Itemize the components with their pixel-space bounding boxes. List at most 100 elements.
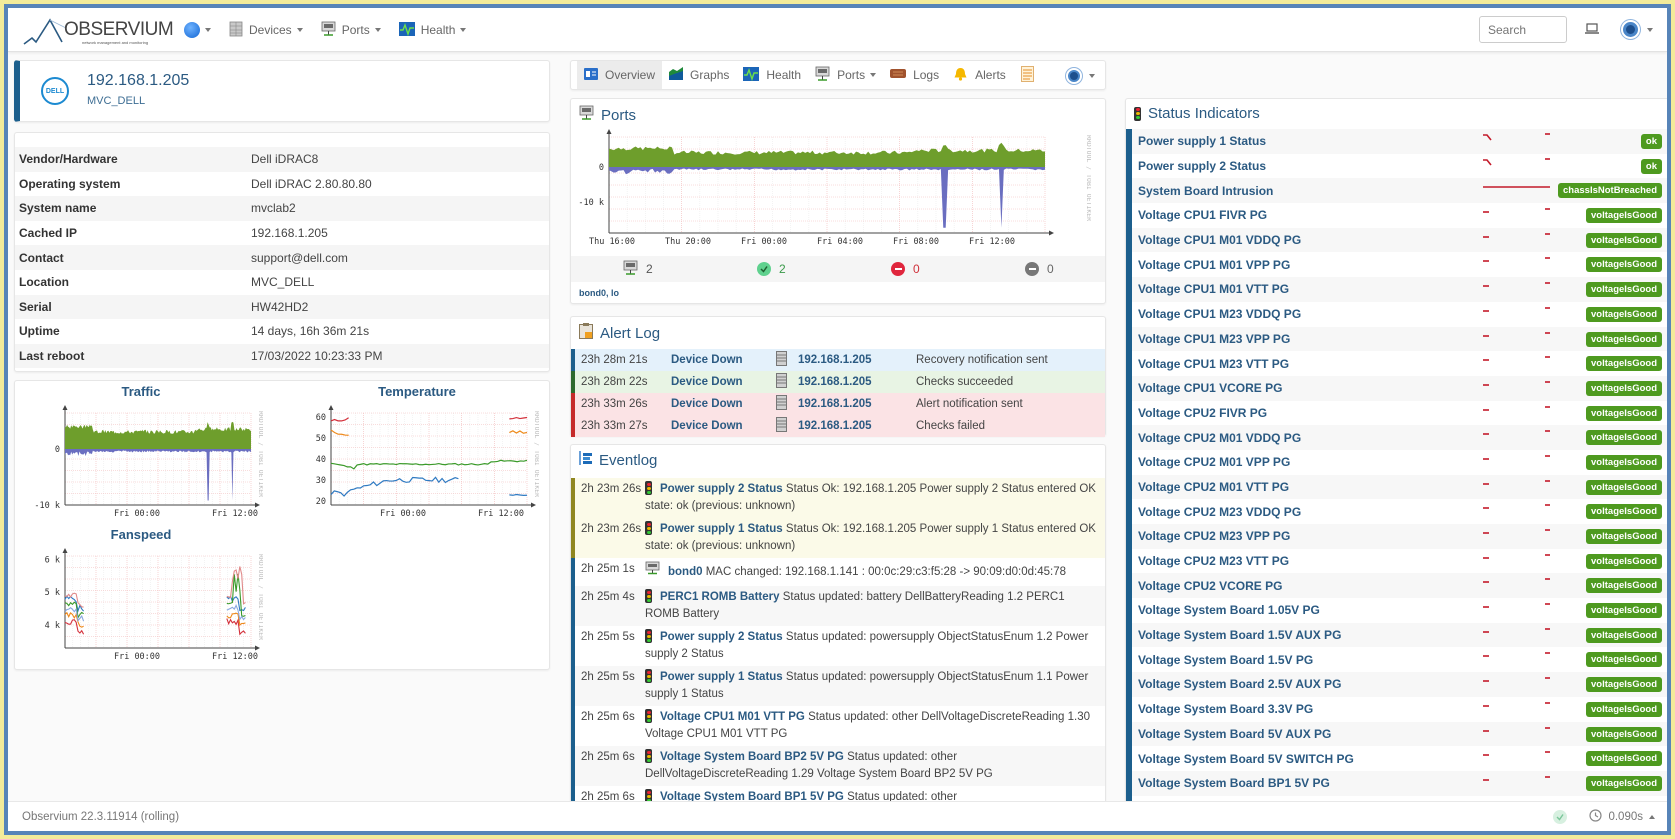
status-indicator-row[interactable]: Voltage CPU1 VCORE PG voltageIsGood: [1132, 375, 1667, 401]
status-indicator-row[interactable]: Voltage System Board 3.3V PG voltageIsGoo…: [1132, 697, 1667, 722]
event-entity-link[interactable]: Power supply 1 Status: [660, 523, 783, 535]
alert-log-row[interactable]: 23h 33m 26s Device Down 192.168.1.205 Al…: [571, 393, 1105, 415]
status-indicator-row[interactable]: Voltage CPU1 M23 VTT PG voltageIsGood: [1132, 351, 1667, 376]
status-indicator-name[interactable]: Voltage CPU2 VCORE PG: [1132, 579, 1282, 593]
device-hostname[interactable]: 192.168.1.205: [87, 72, 189, 90]
status-indicator-row[interactable]: System Board Intrusion chassIsNotBreached: [1132, 178, 1667, 204]
observium-logo[interactable]: OBSERVIUM network management and monitor…: [22, 16, 174, 46]
eventlog-title[interactable]: Eventlog: [579, 451, 657, 469]
status-indicator-name[interactable]: Voltage CPU1 M23 VTT PG: [1132, 357, 1289, 371]
ports-down[interactable]: 0: [891, 262, 920, 276]
status-indicators-title[interactable]: Status Indicators: [1134, 105, 1260, 122]
status-indicator-name[interactable]: Power supply 2 Status: [1132, 159, 1266, 173]
status-indicator-name[interactable]: Voltage System Board 1.5V PG: [1132, 653, 1313, 667]
alert-log-title[interactable]: Alert Log: [579, 323, 660, 343]
alert-log-row[interactable]: 23h 28m 22s Device Down 192.168.1.205 Ch…: [571, 371, 1105, 393]
tab-health[interactable]: Health: [736, 61, 808, 89]
ports-disabled[interactable]: 0: [1025, 262, 1054, 276]
status-indicator-row[interactable]: Voltage System Board 5V AUX PG voltageIsG…: [1132, 721, 1667, 747]
status-indicator-name[interactable]: Voltage CPU1 M01 VTT PG: [1132, 282, 1289, 296]
status-indicator-row[interactable]: Voltage CPU2 M01 VDDQ PG voltageIsGood: [1132, 425, 1667, 450]
status-indicator-name[interactable]: Voltage CPU2 M01 VPP PG: [1132, 455, 1290, 469]
status-indicator-name[interactable]: Voltage System Board 5V SWITCH PG: [1132, 752, 1354, 766]
status-indicator-name[interactable]: Power supply 1 Status: [1132, 134, 1266, 148]
status-indicator-row[interactable]: Voltage CPU2 FIVR PG voltageIsGood: [1132, 401, 1667, 426]
status-indicator-name[interactable]: Voltage CPU2 M01 VTT PG: [1132, 480, 1289, 494]
status-indicator-row[interactable]: Power supply 1 Status ok: [1132, 129, 1667, 154]
status-indicator-name[interactable]: Voltage CPU1 M01 VDDQ PG: [1132, 233, 1301, 247]
status-indicator-row[interactable]: Power supply 2 Status ok: [1132, 154, 1667, 179]
status-indicator-row[interactable]: Voltage CPU1 FIVR PG voltageIsGood: [1132, 203, 1667, 228]
nav-ports[interactable]: Ports: [321, 21, 381, 40]
status-indicator-name[interactable]: Voltage System Board 2.5V AUX PG: [1132, 677, 1341, 691]
port-names-link[interactable]: bond0, lo: [579, 288, 619, 298]
status-indicator-name[interactable]: Voltage CPU1 M23 VPP PG: [1132, 332, 1290, 346]
device-settings-menu[interactable]: [1068, 69, 1095, 82]
status-indicator-name[interactable]: Voltage CPU1 M23 VDDQ PG: [1132, 307, 1301, 321]
status-indicator-row[interactable]: Voltage System Board 5V SWITCH PG voltage…: [1132, 746, 1667, 771]
status-indicator-name[interactable]: Voltage CPU2 M23 VDDQ PG: [1132, 505, 1301, 519]
ports-total[interactable]: 2: [623, 260, 653, 279]
alert-type-link[interactable]: Device Down: [671, 420, 776, 432]
status-indicator-row[interactable]: Voltage CPU1 M01 VDDQ PG voltageIsGood: [1132, 227, 1667, 253]
alert-log-row[interactable]: 23h 28m 21s Device Down 192.168.1.205 Re…: [571, 349, 1105, 371]
status-indicator-row[interactable]: Voltage System Board 2.5V AUX PG voltageI…: [1132, 672, 1667, 697]
status-indicator-row[interactable]: Voltage CPU2 VCORE PG voltageIsGood: [1132, 573, 1667, 599]
search-input[interactable]: [1479, 16, 1567, 43]
status-indicator-row[interactable]: Voltage CPU2 M23 VDDQ PG voltageIsGood: [1132, 499, 1667, 524]
nav-globe-menu[interactable]: [184, 22, 211, 38]
check-circle-icon[interactable]: [1553, 810, 1568, 824]
event-entity-link[interactable]: Power supply 2 Status: [660, 631, 783, 643]
tab-graphs[interactable]: Graphs: [662, 61, 736, 89]
alert-host-link[interactable]: 192.168.1.205: [798, 398, 916, 410]
page-timing[interactable]: 0.090s: [1589, 809, 1655, 825]
status-indicator-name[interactable]: Voltage CPU2 FIVR PG: [1132, 406, 1267, 420]
status-indicator-row[interactable]: Voltage CPU1 M01 VTT PG voltageIsGood: [1132, 277, 1667, 302]
status-indicator-row[interactable]: Voltage CPU2 M01 VTT PG voltageIsGood: [1132, 474, 1667, 500]
status-indicator-name[interactable]: Voltage System Board 5V AUX PG: [1132, 727, 1331, 741]
alert-type-link[interactable]: Device Down: [671, 398, 776, 410]
alert-host-link[interactable]: 192.168.1.205: [798, 420, 916, 432]
status-indicator-name[interactable]: Voltage System Board 1.5V AUX PG: [1132, 628, 1341, 642]
status-indicator-row[interactable]: Voltage CPU1 M01 VPP PG voltageIsGood: [1132, 252, 1667, 277]
status-indicator-name[interactable]: Voltage System Board 3.3V PG: [1132, 702, 1313, 716]
event-entity-link[interactable]: Power supply 2 Status: [660, 483, 783, 495]
ports-traffic-graph[interactable]: 0 -10 k Thu 16:00 Thu 20:00 Fri 00:00 Fri 04:…: [579, 127, 1091, 255]
status-indicator-row[interactable]: Voltage System Board BP1 5V PG voltageIsG…: [1132, 770, 1667, 796]
traffic-graph-title[interactable]: Traffic: [21, 384, 261, 399]
temperature-graph-title[interactable]: Temperature: [297, 384, 537, 399]
status-indicator-row[interactable]: Voltage System Board 1.05V PG voltageIsGo…: [1132, 598, 1667, 623]
temperature-graph[interactable]: 60 50 40 30 20 Fri 00:00 Fri 12:00 RRDTOOL / TO…: [301, 401, 539, 523]
status-indicator-name[interactable]: Voltage CPU2 M01 VDDQ PG: [1132, 431, 1301, 445]
ports-up[interactable]: 2: [757, 262, 786, 276]
status-indicator-name[interactable]: Voltage System Board 1.05V PG: [1132, 603, 1320, 617]
status-indicator-name[interactable]: Voltage CPU2 M23 VPP PG: [1132, 529, 1290, 543]
alert-host-link[interactable]: 192.168.1.205: [798, 354, 916, 366]
nav-devices[interactable]: Devices: [229, 21, 303, 40]
status-indicator-row[interactable]: Voltage CPU2 M01 VPP PG voltageIsGood: [1132, 450, 1667, 475]
alert-host-link[interactable]: 192.168.1.205: [798, 376, 916, 388]
status-indicator-name[interactable]: Voltage System Board BP1 5V PG: [1132, 776, 1330, 790]
alert-log-row[interactable]: 23h 33m 27s Device Down 192.168.1.205 Ch…: [571, 415, 1105, 437]
nav-health[interactable]: Health: [398, 21, 467, 39]
status-indicator-name[interactable]: Voltage CPU1 M01 VPP PG: [1132, 258, 1290, 272]
alert-type-link[interactable]: Device Down: [671, 376, 776, 388]
status-indicator-row[interactable]: Voltage CPU1 M23 VDDQ PG voltageIsGood: [1132, 302, 1667, 327]
alert-type-link[interactable]: Device Down: [671, 354, 776, 366]
laptop-icon[interactable]: [1585, 22, 1599, 37]
event-entity-link[interactable]: Voltage System Board BP2 5V PG: [660, 751, 844, 763]
notes-icon[interactable]: [1021, 66, 1034, 85]
tab-alerts[interactable]: Alerts: [946, 61, 1013, 89]
fanspeed-graph-title[interactable]: Fanspeed: [21, 527, 261, 542]
event-entity-link[interactable]: Power supply 1 Status: [660, 671, 783, 683]
status-indicator-row[interactable]: Voltage CPU1 M23 VPP PG voltageIsGood: [1132, 326, 1667, 352]
event-entity-link[interactable]: PERC1 ROMB Battery: [660, 591, 780, 603]
tab-ports[interactable]: Ports: [808, 61, 883, 89]
status-indicator-name[interactable]: Voltage CPU1 FIVR PG: [1132, 208, 1267, 222]
fanspeed-graph[interactable]: 6 k 5 k 4 k Fri 00:00 Fri 12:00 RRDTOOL / TOB…: [25, 544, 263, 666]
status-indicator-name[interactable]: Voltage CPU2 M23 VTT PG: [1132, 554, 1289, 568]
event-entity-link[interactable]: bond0: [668, 566, 703, 578]
tab-logs[interactable]: Logs: [883, 61, 946, 89]
settings-menu[interactable]: [1623, 22, 1653, 37]
ports-title[interactable]: Ports: [579, 105, 636, 125]
